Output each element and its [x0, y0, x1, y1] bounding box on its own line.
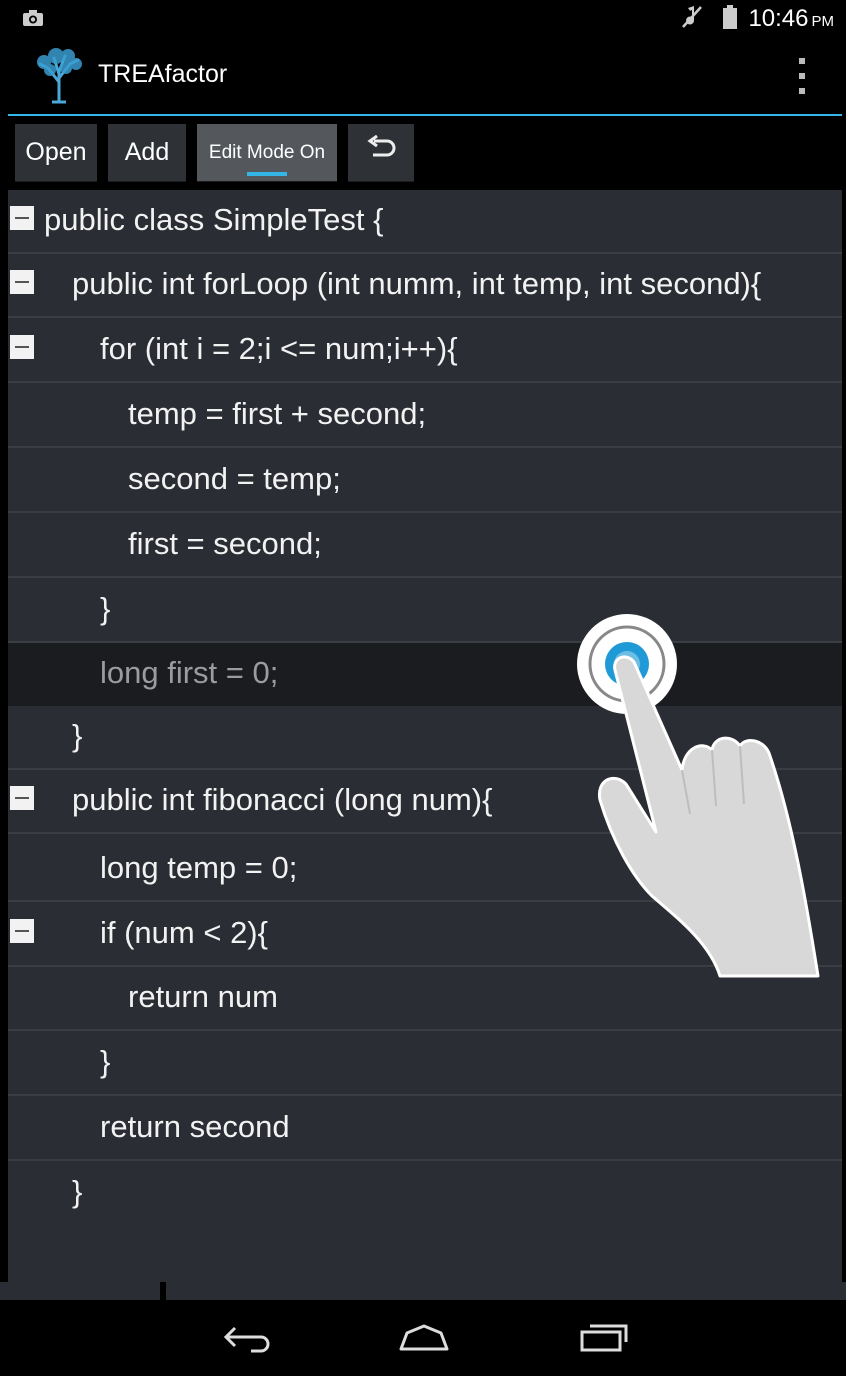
code-line-text: public int fibonacci (long num){	[72, 782, 493, 817]
code-line[interactable]: first = second;	[8, 514, 842, 578]
bottom-strip	[0, 1282, 846, 1300]
action-bar: TREAfactor	[8, 38, 842, 116]
code-line-text: for (int i = 2;i <= num;i++){	[100, 331, 458, 366]
collapse-icon[interactable]	[10, 206, 34, 230]
clock: 10:46 PM	[748, 5, 834, 32]
code-line-text: }	[100, 591, 111, 626]
back-icon[interactable]	[216, 1318, 276, 1358]
code-line-text: first = second;	[128, 526, 322, 561]
open-button[interactable]: Open	[15, 124, 97, 182]
code-line[interactable]: public class SimpleTest {	[8, 190, 842, 254]
status-bar: 10:46 PM	[0, 0, 846, 38]
code-line[interactable]: }	[8, 1032, 842, 1096]
code-line-text: temp = first + second;	[128, 396, 427, 431]
collapse-icon[interactable]	[10, 919, 34, 943]
add-button-label: Add	[124, 138, 170, 166]
code-line-text: return num	[128, 979, 278, 1014]
code-line[interactable]: for (int i = 2;i <= num;i++){	[8, 319, 842, 383]
home-icon[interactable]	[394, 1318, 454, 1358]
code-line[interactable]: second = temp;	[8, 449, 842, 513]
code-line-text: public int forLoop (int numm, int temp, …	[72, 266, 762, 301]
code-line[interactable]: public int forLoop (int numm, int temp, …	[8, 254, 842, 318]
add-button[interactable]: Add	[108, 124, 186, 182]
undo-button[interactable]	[348, 124, 414, 182]
collapse-icon[interactable]	[10, 270, 34, 294]
mute-icon	[680, 4, 704, 35]
navigation-bar	[0, 1300, 846, 1376]
tap-gesture-hand-icon	[577, 614, 820, 978]
code-line-text: long first = 0;	[100, 655, 279, 690]
camera-icon	[22, 9, 44, 32]
left-edge	[0, 116, 8, 1282]
code-line-text: if (num < 2){	[100, 915, 268, 950]
code-line[interactable]: return second	[8, 1097, 842, 1161]
collapse-icon[interactable]	[10, 335, 34, 359]
battery-icon	[722, 4, 738, 35]
edit-mode-active-indicator	[247, 172, 287, 176]
code-line[interactable]: }	[8, 1162, 842, 1226]
tree-logo-icon	[34, 48, 84, 104]
code-line-text: }	[72, 718, 83, 753]
undo-icon	[365, 134, 397, 170]
code-line[interactable]: temp = first + second;	[8, 384, 842, 448]
recents-icon[interactable]	[574, 1318, 634, 1358]
code-line-text: }	[100, 1044, 111, 1079]
code-line-text: return second	[100, 1109, 290, 1144]
toolbar: Open Add Edit Mode On	[8, 116, 842, 190]
overflow-menu-icon[interactable]	[796, 58, 808, 94]
code-line-text: second = temp;	[128, 461, 341, 496]
open-button-label: Open	[25, 138, 87, 166]
code-line-text: long temp = 0;	[100, 850, 298, 885]
code-line-text: public class SimpleTest {	[44, 202, 384, 237]
edit-mode-label: Edit Mode On	[208, 141, 326, 163]
code-line-text: }	[72, 1174, 83, 1209]
edit-mode-toggle[interactable]: Edit Mode On	[197, 124, 337, 182]
app-title: TREAfactor	[98, 60, 228, 88]
collapse-icon[interactable]	[10, 786, 34, 810]
